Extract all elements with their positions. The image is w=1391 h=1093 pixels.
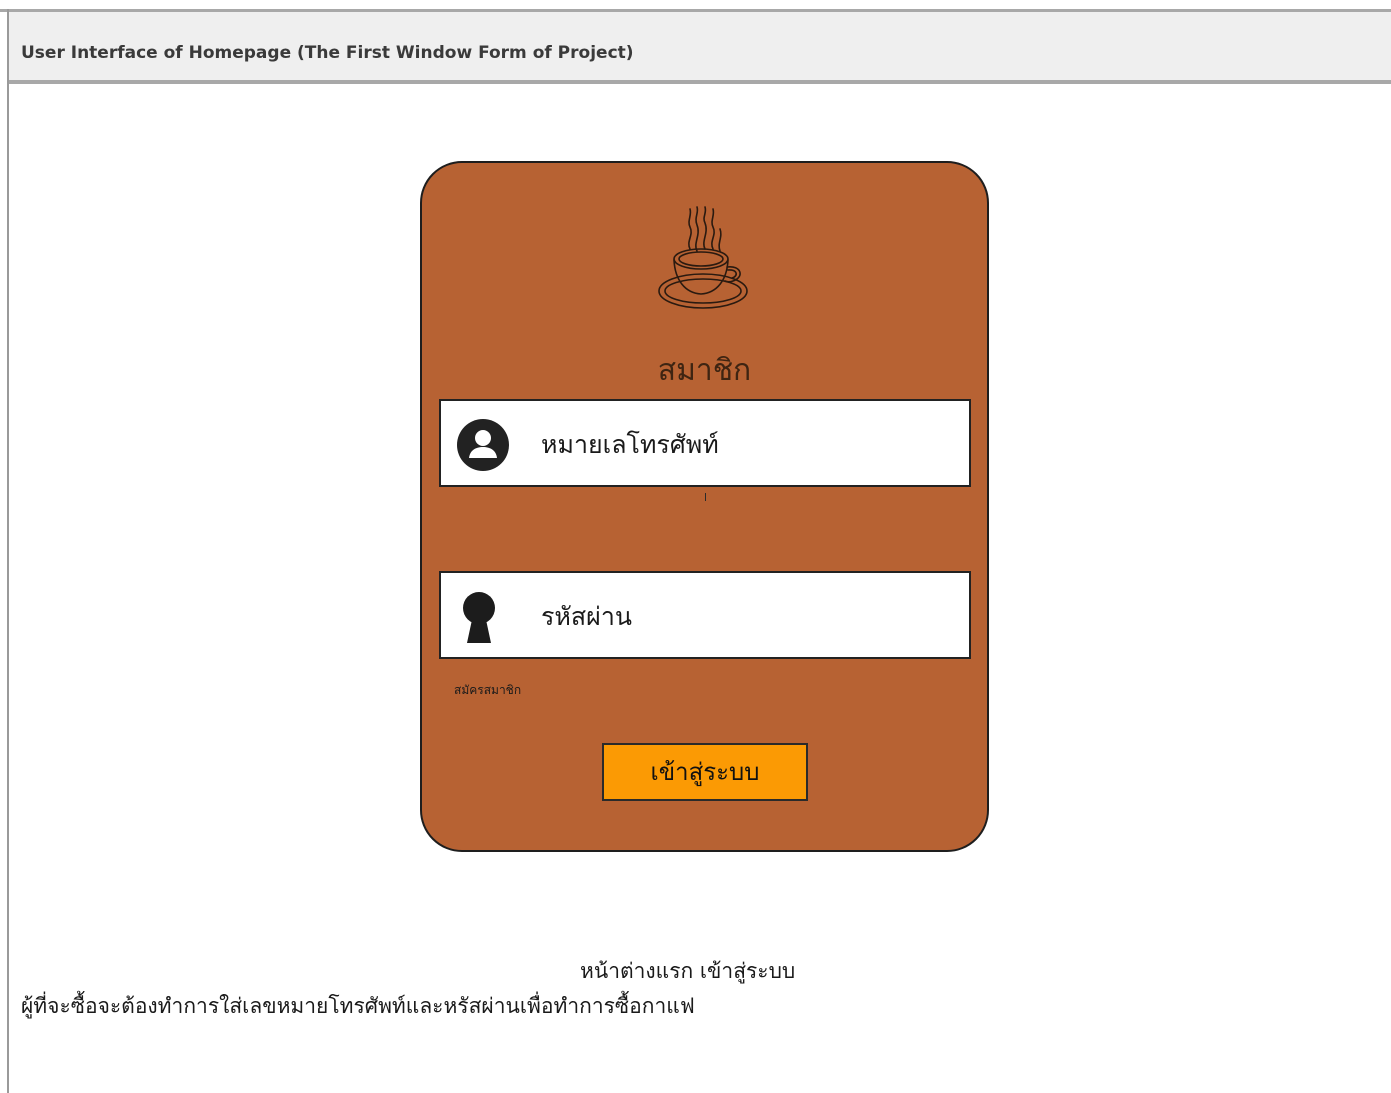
caption-description: ผู้ที่จะซื้อจะต้องทำการใส่เลขหมายโทรศัพท… xyxy=(21,994,695,1018)
header-divider xyxy=(8,80,1391,84)
coffee-cup-icon xyxy=(658,206,748,309)
register-link[interactable]: สมัครสมาชิก xyxy=(454,681,521,700)
member-title: สมาชิก xyxy=(657,353,752,388)
caption-title: หน้าต่างแรก เข้าสู่ระบบ xyxy=(580,959,796,983)
text-cursor-mark xyxy=(705,493,706,501)
user-icon xyxy=(457,419,509,471)
keyhole-icon xyxy=(463,592,495,643)
page-title: User Interface of Homepage (The First Wi… xyxy=(21,43,634,63)
document-frame: User Interface of Homepage (The First Wi… xyxy=(0,0,1391,1093)
login-card: สมาชิก หมายเลโทรศัพท์ รหัสผ่าน สมัครสมาช… xyxy=(420,161,989,852)
phone-field[interactable]: หมายเลโทรศัพท์ xyxy=(439,399,971,487)
left-border xyxy=(7,9,9,1093)
password-field[interactable]: รหัสผ่าน xyxy=(439,571,971,659)
phone-field-label: หมายเลโทรศัพท์ xyxy=(541,430,719,459)
login-button[interactable]: เข้าสู่ระบบ xyxy=(602,743,808,801)
password-field-label: รหัสผ่าน xyxy=(541,602,632,631)
